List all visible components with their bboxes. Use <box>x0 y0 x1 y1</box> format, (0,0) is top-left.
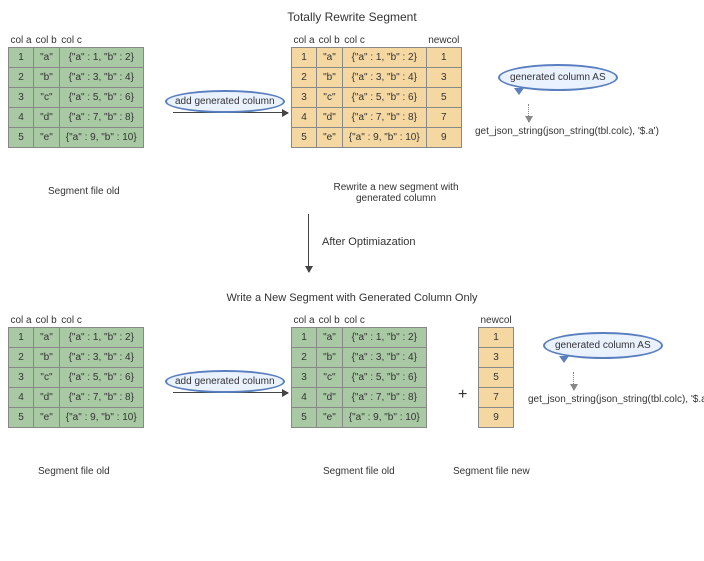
caption-rewritten: Rewrite a new segment with generated col… <box>316 182 476 204</box>
table-newcol: newcol 1 3 5 7 9 <box>478 314 514 428</box>
table-header-row: col a col b col c <box>292 314 427 328</box>
expr-top: get_json_string(json_string(tbl.colc), '… <box>475 126 659 137</box>
between-section: After Optimiazation <box>8 214 696 284</box>
table-row: 5"e"{"a" : 9, "b" : 10} <box>292 408 427 428</box>
table-row: 2"b"{"a" : 3, "b" : 4} <box>9 68 144 88</box>
title-bottom: Write a New Segment with Generated Colum… <box>8 292 696 304</box>
arrow-down <box>308 214 309 272</box>
col-a-header: col a <box>292 314 317 328</box>
bubble-gencol-bottom: generated column AS <box>543 332 663 359</box>
plus-sign: + <box>458 386 467 404</box>
table-row: 1"a"{"a" : 1, "b" : 2} <box>9 48 144 68</box>
label-after-opt: After Optimiazation <box>322 236 416 248</box>
col-a-header: col a <box>9 314 34 328</box>
title-top: Totally Rewrite Segment <box>8 10 696 24</box>
col-c-header: col c <box>59 34 143 48</box>
stage-bottom: col a col b col c 1"a"{"a" : 1, "b" : 2}… <box>8 314 696 514</box>
table-row: 7 <box>479 388 514 408</box>
table-row: 3 <box>479 348 514 368</box>
col-c-header: col c <box>342 34 426 48</box>
dotarrow-bottom <box>573 372 574 390</box>
table-row: 5"e"{"a" : 9, "b" : 10}9 <box>292 128 462 148</box>
table-row: 5"e"{"a" : 9, "b" : 10} <box>9 128 144 148</box>
table-row: 5 <box>479 368 514 388</box>
table-row: 3"c"{"a" : 5, "b" : 6}5 <box>292 88 462 108</box>
table-row: 5"e"{"a" : 9, "b" : 10} <box>9 408 144 428</box>
col-b-header: col b <box>317 34 343 48</box>
pill-add-col-bottom: add generated column <box>165 370 285 393</box>
table-row: 1"a"{"a" : 1, "b" : 2} <box>292 328 427 348</box>
table-row: 9 <box>479 408 514 428</box>
table-header-row: col a col b col c <box>9 34 144 48</box>
table-row: 2"b"{"a" : 3, "b" : 4} <box>292 348 427 368</box>
col-new-header: newcol <box>426 34 461 48</box>
caption-new: Segment file new <box>453 466 530 477</box>
table-old-bottom-left: col a col b col c 1"a"{"a" : 1, "b" : 2}… <box>8 314 144 428</box>
col-a-header: col a <box>292 34 317 48</box>
table-row: 4"d"{"a" : 7, "b" : 8} <box>9 108 144 128</box>
table-row: 3"c"{"a" : 5, "b" : 6} <box>9 368 144 388</box>
col-b-header: col b <box>34 314 60 328</box>
table-old-bottom-mid: col a col b col c 1"a"{"a" : 1, "b" : 2}… <box>291 314 427 428</box>
table-header-row: col a col b col c <box>9 314 144 328</box>
pill-add-col-top: add generated column <box>165 90 285 113</box>
table-old-top: col a col b col c 1"a"{"a" : 1, "b" : 2}… <box>8 34 144 148</box>
col-b-header: col b <box>317 314 343 328</box>
table-row: 1"a"{"a" : 1, "b" : 2}1 <box>292 48 462 68</box>
table-header-row: col a col b col c newcol <box>292 34 462 48</box>
table-row: 3"c"{"a" : 5, "b" : 6} <box>292 368 427 388</box>
table-row: 2"b"{"a" : 3, "b" : 4} <box>9 348 144 368</box>
table-row: 4"d"{"a" : 7, "b" : 8}7 <box>292 108 462 128</box>
col-c-header: col c <box>59 314 143 328</box>
table-row: 2"b"{"a" : 3, "b" : 4}3 <box>292 68 462 88</box>
table-header-row: newcol <box>479 314 514 328</box>
table-row: 1 <box>479 328 514 348</box>
stage-top: col a col b col c 1"a"{"a" : 1, "b" : 2}… <box>8 34 696 214</box>
caption-old-bottom-mid: Segment file old <box>323 466 395 477</box>
col-c-header: col c <box>342 314 426 328</box>
expr-bottom: get_json_string(json_string(tbl.colc), '… <box>528 394 704 405</box>
dotarrow-top <box>528 104 529 122</box>
table-row: 3"c"{"a" : 5, "b" : 6} <box>9 88 144 108</box>
table-rewritten: col a col b col c newcol 1"a"{"a" : 1, "… <box>291 34 462 148</box>
table-row: 4"d"{"a" : 7, "b" : 8} <box>292 388 427 408</box>
bubble-gencol-top: generated column AS <box>498 64 618 91</box>
caption-old-top: Segment file old <box>48 186 120 197</box>
col-new-header: newcol <box>479 314 514 328</box>
caption-old-bottom-left: Segment file old <box>38 466 110 477</box>
table-row: 1"a"{"a" : 1, "b" : 2} <box>9 328 144 348</box>
col-b-header: col b <box>34 34 60 48</box>
col-a-header: col a <box>9 34 34 48</box>
table-row: 4"d"{"a" : 7, "b" : 8} <box>9 388 144 408</box>
